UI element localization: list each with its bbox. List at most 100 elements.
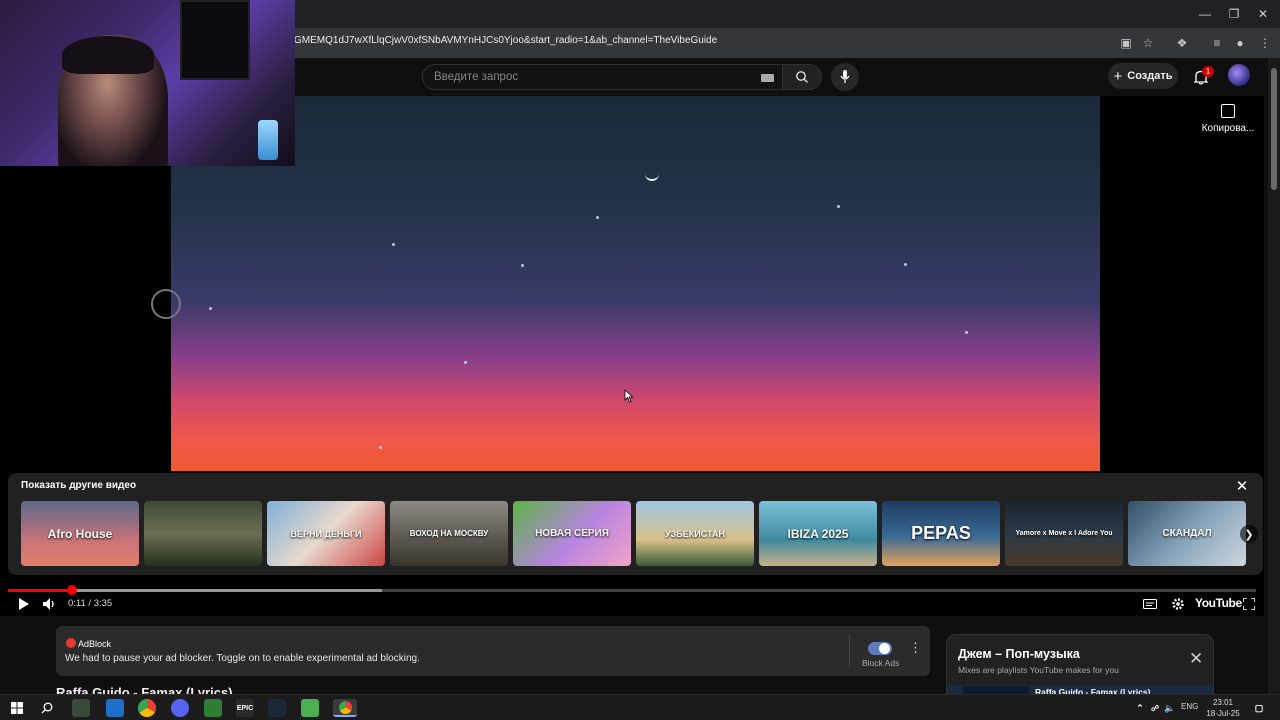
profile-icon[interactable]: ● — [1231, 34, 1249, 52]
adblock-message: We had to pause your ad blocker. Toggle … — [65, 653, 420, 664]
streamer-hair — [62, 36, 154, 74]
divider — [849, 634, 850, 668]
mix-playlist-panel: Джем – Поп-музыка Mixes are playlists Yo… — [946, 634, 1214, 697]
url-text[interactable]: GMEMQ1dJ7wXfLlqCjwV0xfSNbAVMYnHJCs0Yjoo&… — [294, 35, 717, 46]
thumbnail-text: PEPAS — [911, 523, 971, 543]
close-icon[interactable]: ✕ — [1234, 478, 1250, 495]
language-indicator[interactable]: ENG — [1181, 702, 1198, 711]
discord-icon[interactable] — [171, 699, 189, 717]
video-thumbnail[interactable]: ВОХОД НА МОСКВУ — [390, 501, 508, 566]
toggle-knob — [879, 643, 890, 654]
search-button[interactable] — [782, 64, 822, 90]
fullscreen-button[interactable] — [1241, 596, 1257, 612]
close-window-icon[interactable]: ✕ — [1246, 0, 1280, 28]
block-ads-toggle[interactable] — [868, 642, 892, 655]
thumbnail-text: Yamore x Move x I Adore You — [1015, 530, 1113, 537]
clock-date: 18-Jul-25 — [1206, 709, 1240, 718]
extensions-icon[interactable]: ❖ — [1173, 34, 1191, 52]
scrubber-handle[interactable] — [66, 585, 77, 595]
play-icon — [18, 598, 29, 610]
star — [521, 264, 524, 267]
gear-icon — [1172, 598, 1184, 610]
scrollbar-thumb[interactable] — [1271, 68, 1277, 190]
adblock-name: AdBlock — [78, 639, 112, 649]
create-button[interactable]: + Создать — [1108, 63, 1178, 89]
block-ads-label: Block Ads — [862, 658, 900, 668]
bookmark-star-icon[interactable]: ☆ — [1139, 34, 1157, 52]
epic-games-icon[interactable]: EPIC — [236, 699, 254, 717]
copy-link-button[interactable]: Копирова... — [1198, 104, 1258, 134]
menu-dots-icon[interactable]: ⋮ — [1256, 34, 1274, 52]
page-scrollbar[interactable] — [1268, 58, 1280, 694]
windows-taskbar: EPIC ⌃ ☍ 🔈 ENG 23:01 18-Jul-25 ▢ — [0, 694, 1280, 720]
video-thumbnail[interactable]: Afro House — [21, 501, 139, 566]
windows-start-icon[interactable] — [8, 699, 26, 717]
chrome-icon[interactable] — [138, 699, 156, 717]
more-options-icon[interactable]: ⋮ — [909, 640, 922, 656]
video-player[interactable]: Копирова... Показать другие видео ✕ Afro… — [0, 96, 1264, 616]
youtube-logo[interactable]: YouTube — [1195, 596, 1242, 610]
video-thumbnail[interactable]: УЗБЕКИСТАН — [636, 501, 754, 566]
progress-bar[interactable] — [8, 585, 1256, 595]
microphone-icon — [840, 70, 850, 83]
notification-badge: 1 — [1202, 66, 1214, 77]
star — [904, 263, 907, 266]
video-thumbnail[interactable]: IBIZA 2025 — [759, 501, 877, 566]
create-label: Создать — [1127, 70, 1173, 82]
subtitles-button[interactable] — [1142, 596, 1158, 612]
thumbnail-text: НОВАЯ СЕРИЯ — [535, 528, 609, 539]
star — [209, 307, 212, 310]
adblock-banner: AdBlock We had to pause your ad blocker.… — [56, 626, 930, 676]
video-thumbnail[interactable]: ВЕРНИ ДЕНЬГИ — [267, 501, 385, 566]
copy-label: Копирова... — [1201, 123, 1255, 134]
playlist-subtitle: Mixes are playlists YouTube makes for yo… — [958, 665, 1119, 675]
search-input[interactable]: Введите запрос — [422, 64, 784, 90]
app-icon[interactable] — [106, 699, 124, 717]
minecraft-icon[interactable] — [301, 699, 319, 717]
webcam-overlay — [0, 0, 295, 166]
more-videos-panel: Показать другие видео ✕ Afro House ВЕРНИ … — [8, 473, 1263, 575]
star — [392, 243, 395, 246]
shield-app-icon[interactable] — [72, 699, 90, 717]
voice-search-button[interactable] — [831, 63, 859, 91]
subtitles-icon — [1143, 599, 1157, 609]
chevron-right-icon[interactable]: ❯ — [1240, 525, 1258, 543]
volume-icon[interactable]: 🔈 — [1161, 699, 1179, 717]
more-videos-title: Показать другие видео — [21, 480, 137, 491]
search-icon[interactable] — [38, 699, 56, 717]
lamp-shape — [258, 120, 278, 160]
chrome-active-icon[interactable] — [333, 699, 357, 717]
mouse-cursor-icon — [624, 389, 634, 403]
search-placeholder: Введите запрос — [434, 71, 519, 83]
time-display: 0:11 / 3:35 — [68, 598, 113, 609]
video-thumbnail[interactable]: СКАНДАЛ — [1128, 501, 1246, 566]
video-thumbnail[interactable]: Yamore x Move x I Adore You — [1005, 501, 1123, 566]
volume-icon — [42, 598, 54, 610]
avatar[interactable] — [1228, 64, 1250, 86]
thumbnail-text: ВЕРНИ ДЕНЬГИ — [290, 528, 362, 539]
close-icon[interactable]: ✕ — [1189, 649, 1203, 669]
file-app-icon[interactable] — [204, 699, 222, 717]
play-button[interactable] — [15, 596, 31, 612]
fullscreen-icon — [1243, 598, 1255, 610]
star — [464, 361, 467, 364]
thumbnail-text: ВОХОД НА МОСКВУ — [409, 529, 489, 538]
video-frame[interactable] — [171, 96, 1100, 471]
star — [596, 216, 599, 219]
keyboard-icon[interactable] — [761, 74, 774, 82]
notification-center-icon[interactable]: ▢ — [1250, 699, 1268, 717]
playlist-title[interactable]: Джем – Поп-музыка — [958, 647, 1080, 661]
clock-time: 23:01 — [1212, 698, 1234, 707]
install-app-icon[interactable]: ▣ — [1117, 34, 1135, 52]
video-thumbnail[interactable]: НОВАЯ СЕРИЯ — [513, 501, 631, 566]
media-control-icon[interactable]: ≡ — [1208, 34, 1226, 52]
loading-spinner — [151, 289, 181, 319]
video-thumbnail[interactable]: PEPAS — [882, 501, 1000, 566]
copy-icon — [1221, 104, 1235, 118]
settings-button[interactable] — [1170, 596, 1186, 612]
clock[interactable]: 23:01 18-Jul-25 — [1206, 697, 1240, 719]
search-icon — [796, 71, 808, 83]
mute-button[interactable] — [41, 596, 57, 612]
steam-icon[interactable] — [268, 699, 286, 717]
video-thumbnail[interactable] — [144, 501, 262, 566]
